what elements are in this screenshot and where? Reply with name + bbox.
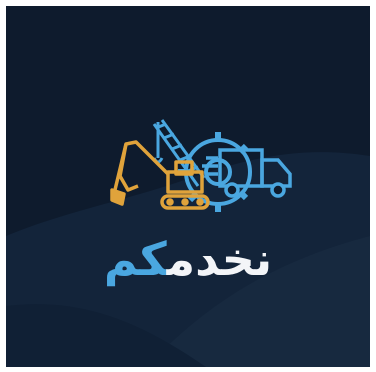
brand-name-white: نخدم xyxy=(166,232,273,286)
logo-card: نخدمكم xyxy=(6,6,370,367)
brand-name-blue: كم xyxy=(103,232,167,286)
crane-icon xyxy=(152,119,206,187)
construction-logo xyxy=(110,119,292,212)
brand-wordmark: نخدمكم xyxy=(6,232,370,286)
